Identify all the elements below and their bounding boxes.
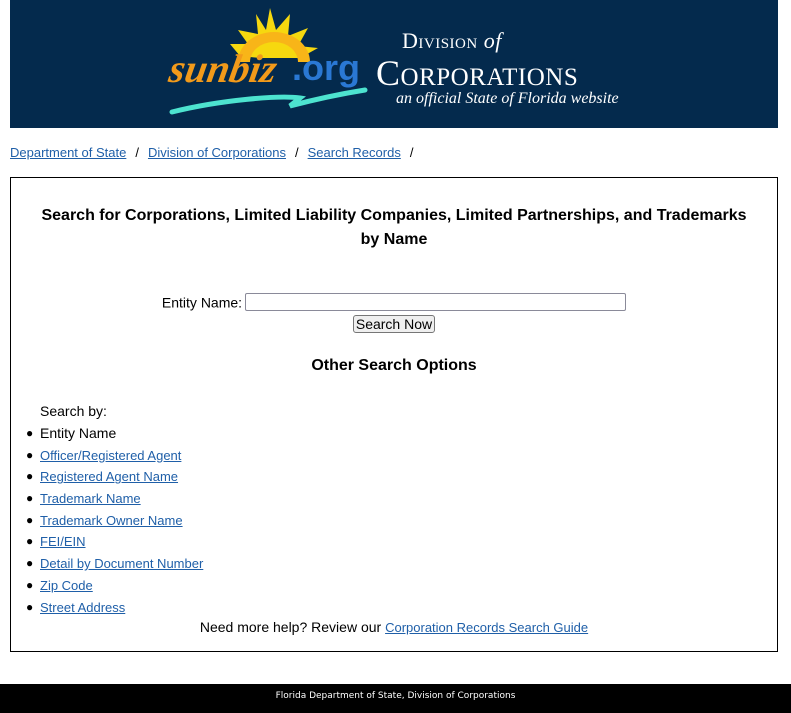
bullet-icon: ●: [26, 447, 34, 462]
option-officer-registered-agent: ● Officer/Registered Agent: [26, 445, 203, 467]
entity-name-label: Entity Name:: [161, 294, 243, 311]
bullet-icon: ●: [26, 599, 34, 614]
bullet-icon: ●: [26, 534, 34, 549]
option-registered-agent-name: ● Registered Agent Name: [26, 466, 203, 488]
breadcrumb-separator: /: [294, 145, 299, 160]
street-address-link[interactable]: Street Address: [40, 600, 125, 615]
option-entity-name: ● Entity Name: [26, 423, 203, 445]
page-title-line-1: Search for Corporations, Limited Liabili…: [41, 207, 747, 224]
page-title-line-2: by Name: [360, 231, 428, 248]
breadcrumb: Department of State / Division of Corporat…: [10, 145, 422, 160]
search-button-row: Search Now: [11, 315, 777, 334]
entity-name-input[interactable]: [245, 293, 627, 312]
registered-agent-name-link[interactable]: Registered Agent Name: [40, 469, 178, 484]
bullet-icon: ●: [26, 469, 34, 484]
entity-name-row: Entity Name:: [11, 293, 777, 312]
option-detail-by-document-number: ● Detail by Document Number: [26, 553, 203, 575]
corporations-heading: Corporations: [376, 53, 579, 93]
search-now-button[interactable]: Search Now: [352, 315, 436, 333]
tagline: an official State of Florida website: [396, 90, 619, 107]
breadcrumb-separator: /: [409, 145, 414, 160]
help-row: Need more help? Review our Corporation R…: [11, 619, 777, 635]
search-by-label: Search by:: [40, 403, 107, 419]
option-fei-ein: ● FEI/EIN: [26, 531, 203, 553]
bullet-icon: ●: [26, 426, 34, 440]
of-word: of: [483, 28, 502, 53]
search-options-list: ● Entity Name ● Officer/Registered Agent ●…: [26, 423, 203, 618]
trademark-name-link[interactable]: Trademark Name: [40, 491, 141, 506]
bullet-icon: ●: [26, 512, 34, 527]
breadcrumb-department-of-state[interactable]: Department of State: [10, 145, 126, 160]
logo-sunbiz-text: sunbiz: [165, 46, 281, 91]
footer-text: Florida Department of State, Division of…: [275, 691, 516, 701]
other-search-options-heading: Other Search Options: [311, 357, 477, 374]
option-zip-code: ● Zip Code: [26, 575, 203, 597]
officer-registered-agent-link[interactable]: Officer/Registered Agent: [40, 448, 181, 463]
search-guide-link[interactable]: Corporation Records Search Guide: [385, 620, 588, 635]
division-word: Division: [402, 28, 478, 53]
detail-by-document-number-link[interactable]: Detail by Document Number: [40, 556, 203, 571]
option-label: Entity Name: [40, 425, 117, 441]
bullet-icon: ●: [26, 556, 34, 571]
breadcrumb-separator: /: [135, 145, 139, 160]
division-of-heading: Division of: [402, 28, 502, 54]
bullet-icon: ●: [26, 491, 34, 506]
option-trademark-name: ● Trademark Name: [26, 488, 203, 510]
logo-org-text: .org: [292, 47, 360, 88]
trademark-owner-name-link[interactable]: Trademark Owner Name: [40, 513, 183, 528]
logo-wave-icon: [169, 87, 368, 115]
breadcrumb-division-of-corporations[interactable]: Division of Corporations: [148, 145, 286, 160]
help-text: Need more help? Review our: [199, 619, 382, 635]
search-panel: Search for Corporations, Limited Liabili…: [10, 177, 778, 652]
option-street-address: ● Street Address: [26, 597, 203, 619]
breadcrumb-search-records[interactable]: Search Records: [308, 145, 401, 160]
option-trademark-owner-name: ● Trademark Owner Name: [26, 510, 203, 532]
site-footer: Florida Department of State, Division of…: [0, 684, 791, 713]
page-title: Search for Corporations, Limited Liabili…: [11, 204, 777, 252]
fei-ein-link[interactable]: FEI/EIN: [40, 534, 86, 549]
zip-code-link[interactable]: Zip Code: [40, 578, 93, 593]
bullet-icon: ●: [26, 577, 34, 592]
site-header: sunbiz .org Division of Corporations an …: [10, 0, 778, 128]
